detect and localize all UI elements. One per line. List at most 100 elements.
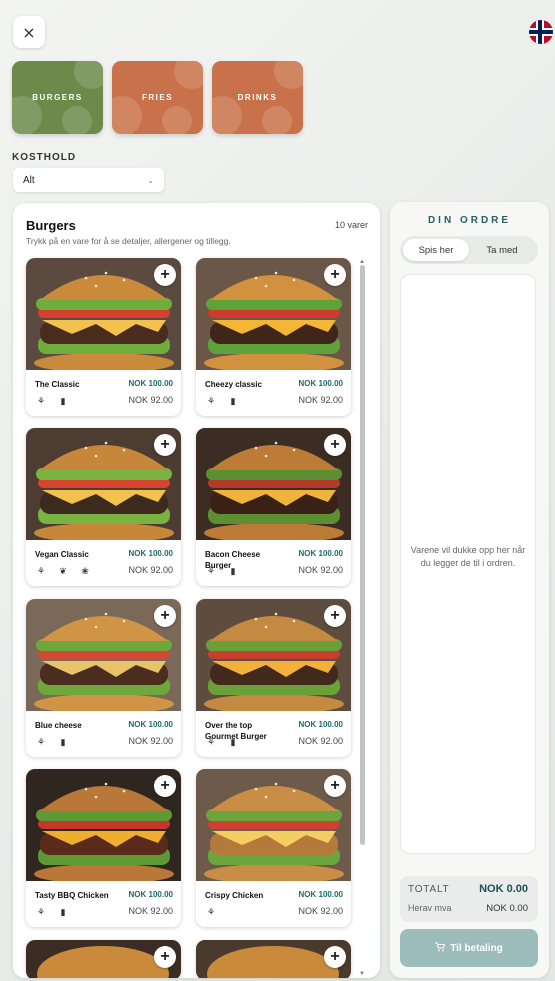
- item-name: Tasty BBQ Chicken: [35, 891, 109, 900]
- item-name: Vegan Classic: [35, 550, 89, 559]
- milk-icon: ▮: [54, 392, 72, 410]
- menu-card[interactable]: + ⚘ ❦ ❀ Vegan Classic NOK 100.00 NOK 92.00: [26, 428, 181, 586]
- menu-card-partial[interactable]: +: [26, 940, 181, 978]
- add-item-button[interactable]: +: [324, 946, 346, 968]
- checkout-label: Til betaling: [450, 942, 503, 954]
- add-item-button[interactable]: +: [154, 264, 176, 286]
- scroll-thumb[interactable]: [360, 265, 365, 845]
- add-item-button[interactable]: +: [324, 264, 346, 286]
- item-price: NOK 100.00: [298, 890, 343, 899]
- allergen-list: ⚘ ▮: [32, 733, 72, 751]
- item-price: NOK 100.00: [298, 549, 343, 558]
- order-list: Varene vil dukke opp her når du legger d…: [400, 274, 536, 854]
- item-price: NOK 100.00: [298, 720, 343, 729]
- order-mode-dine-in[interactable]: Spis her: [403, 239, 469, 261]
- item-price: NOK 100.00: [128, 549, 173, 558]
- plus-icon: +: [330, 777, 340, 794]
- category-label: BURGERS: [32, 93, 83, 102]
- item-name: Bacon Cheese Burger: [205, 550, 261, 570]
- vat-label: Herav mva: [408, 903, 452, 913]
- menu-card[interactable]: + ⚘ ▮ Blue cheese NOK 100.00 NOK 92.00: [26, 599, 181, 757]
- category-tab-burgers[interactable]: BURGERS: [12, 61, 103, 134]
- vat-value: NOK 0.00: [486, 903, 528, 914]
- plus-icon: +: [330, 436, 340, 453]
- menu-title: Burgers: [26, 218, 76, 233]
- diet-select[interactable]: Alt ⌄: [13, 168, 164, 192]
- category-tab-drinks[interactable]: DRINKS: [212, 61, 303, 134]
- chevron-down-icon: ⌄: [147, 175, 154, 185]
- order-mode-toggle: Spis her Ta med: [400, 236, 538, 264]
- category-tabs: BURGERS FRIES DRINKS: [12, 61, 303, 134]
- menu-card[interactable]: + ⚘ Crispy Chicken NOK 100.00 NOK 92.00: [196, 769, 351, 927]
- item-price-secondary: NOK 92.00: [298, 906, 343, 916]
- add-item-button[interactable]: +: [324, 434, 346, 456]
- category-tab-fries[interactable]: FRIES: [112, 61, 203, 134]
- allergen-list: ⚘ ▮: [202, 392, 242, 410]
- plus-icon: +: [160, 266, 170, 283]
- close-button[interactable]: ×: [13, 16, 45, 48]
- allergen-list: ⚘ ▮: [32, 903, 72, 921]
- leaf-icon: ❦: [54, 562, 72, 580]
- item-price: NOK 100.00: [128, 890, 173, 899]
- add-item-button[interactable]: +: [154, 775, 176, 797]
- add-item-button[interactable]: +: [324, 605, 346, 627]
- nut-icon: ❀: [76, 562, 94, 580]
- item-name: The Classic: [35, 380, 80, 389]
- menu-card[interactable]: + ⚘ ▮ Bacon Cheese Burger NOK 100.00 NOK 92.0…: [196, 428, 351, 586]
- item-name: Crispy Chicken: [205, 891, 264, 900]
- total-label: TOTALT: [408, 884, 450, 895]
- order-panel: DIN ORDRE Spis her Ta med Varene vil duk…: [390, 202, 549, 978]
- menu-card[interactable]: + ⚘ ▮ Over the top Gourmet Burger NOK 100.00…: [196, 599, 351, 757]
- plus-icon: +: [160, 948, 170, 965]
- item-price-secondary: NOK 92.00: [128, 906, 173, 916]
- item-name: Blue cheese: [35, 721, 82, 730]
- scroll-down-icon[interactable]: ▼: [359, 971, 365, 977]
- milk-icon: ▮: [54, 903, 72, 921]
- plus-icon: +: [330, 266, 340, 283]
- item-price: NOK 100.00: [298, 379, 343, 388]
- order-empty-message: Varene vil dukke opp her når du legger d…: [410, 545, 526, 568]
- allergen-list: ⚘ ❦ ❀: [32, 562, 94, 580]
- category-label: DRINKS: [237, 93, 278, 102]
- item-price-secondary: NOK 92.00: [128, 736, 173, 746]
- item-price-secondary: NOK 92.00: [128, 395, 173, 405]
- milk-icon: ▮: [54, 733, 72, 751]
- norway-flag-icon[interactable]: [529, 20, 553, 44]
- add-item-button[interactable]: +: [154, 434, 176, 456]
- item-price: NOK 100.00: [128, 720, 173, 729]
- add-item-button[interactable]: +: [324, 775, 346, 797]
- order-totals: TOTALT NOK 0.00 Herav mva NOK 0.00: [400, 876, 538, 922]
- menu-panel: Burgers 10 varer Trykk på en vare for å …: [13, 203, 380, 978]
- order-title: DIN ORDRE: [427, 215, 512, 226]
- menu-card-partial[interactable]: +: [196, 940, 351, 978]
- scrollbar[interactable]: ▲ ▼: [359, 259, 365, 977]
- milk-icon: ▮: [224, 392, 242, 410]
- diet-label: KOSTHOLD: [12, 152, 77, 163]
- add-item-button[interactable]: +: [154, 946, 176, 968]
- plus-icon: +: [160, 436, 170, 453]
- item-name: Over the top Gourmet Burger: [205, 721, 267, 741]
- wheat-icon: ⚘: [202, 903, 220, 921]
- wheat-icon: ⚘: [202, 392, 220, 410]
- add-item-button[interactable]: +: [154, 605, 176, 627]
- item-name: Cheezy classic: [205, 380, 262, 389]
- order-mode-takeaway[interactable]: Ta med: [469, 239, 535, 261]
- item-price-secondary: NOK 92.00: [298, 565, 343, 575]
- menu-subtitle: Trykk på en vare for å se detaljer, alle…: [26, 236, 231, 246]
- allergen-list: ⚘: [202, 903, 220, 921]
- menu-card[interactable]: + ⚘ ▮ Cheezy classic NOK 100.00 NOK 92.00: [196, 258, 351, 416]
- total-value: NOK 0.00: [479, 883, 528, 895]
- wheat-icon: ⚘: [32, 903, 50, 921]
- plus-icon: +: [330, 948, 340, 965]
- plus-icon: +: [160, 607, 170, 624]
- cart-icon: [435, 942, 446, 955]
- menu-card[interactable]: + ⚘ ▮ The Classic NOK 100.00 NOK 92.00: [26, 258, 181, 416]
- allergen-list: ⚘ ▮: [32, 392, 72, 410]
- wheat-icon: ⚘: [32, 562, 50, 580]
- plus-icon: +: [160, 777, 170, 794]
- item-price-secondary: NOK 92.00: [298, 736, 343, 746]
- item-price-secondary: NOK 92.00: [128, 565, 173, 575]
- menu-card[interactable]: + ⚘ ▮ Tasty BBQ Chicken NOK 100.00 NOK 92.00: [26, 769, 181, 927]
- item-price-secondary: NOK 92.00: [298, 395, 343, 405]
- checkout-button[interactable]: Til betaling: [400, 929, 538, 967]
